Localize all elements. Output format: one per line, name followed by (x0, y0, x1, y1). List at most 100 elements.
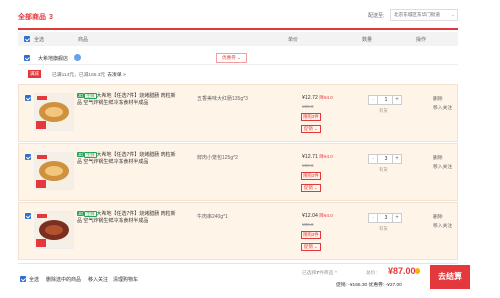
product-image[interactable] (34, 152, 74, 190)
quantity-stepper: - 3 + (368, 154, 402, 164)
jd-tag: JD (77, 152, 85, 158)
delete-link[interactable]: 删除 (433, 213, 443, 220)
item-checkbox[interactable] (25, 154, 31, 160)
cart-header: 全部商品 3 配送至: 北京东城区东华门街道 ⌄ (0, 0, 500, 28)
footer-select-all-checkbox[interactable] (20, 276, 26, 282)
quantity-stepper: - 1 + (368, 95, 402, 105)
stock-status: 有货 (379, 108, 388, 113)
limit-badge: 限购3件 (301, 113, 321, 121)
price-value: ¥12.04 (302, 213, 318, 219)
fresh-tag: 生鲜 (84, 152, 97, 159)
coupon-button[interactable]: 优惠券 ⌄ (216, 53, 247, 63)
limit-badge: 限购3件 (301, 172, 321, 180)
product-spec: 鲜肉小笼包125g*2 (197, 155, 238, 161)
decrement-button[interactable]: - (369, 214, 378, 222)
promo-dropdown-label: 促销 (304, 185, 313, 190)
promo-dropdown[interactable]: 促销 ⌄ (301, 184, 321, 192)
item-checkbox[interactable] (25, 213, 31, 219)
product-name[interactable]: JD 生鲜 大希地【任选7件】烧烤腊肠 肉粒新品 空气炸锅生鲜冷冻食材半成品 (77, 211, 177, 225)
product-spec: 五香美味大红肠135g*3 (197, 96, 248, 102)
chevron-down-icon: ⌄ (451, 12, 455, 17)
fresh-tag: 生鲜 (84, 211, 97, 218)
stock-status: 有货 (379, 167, 388, 172)
shop-row: 大希地旗舰店 优惠券 ⌄ (18, 51, 458, 65)
move-to-favorites-link[interactable]: 移入关注 (433, 222, 452, 229)
checkout-button[interactable]: 去结算 (430, 265, 470, 289)
promo-dropdown-label: 促销 (304, 126, 313, 131)
price-drop: 降¥4.0 (319, 95, 333, 100)
item-checkbox[interactable] (25, 95, 31, 101)
product-image[interactable] (34, 93, 74, 131)
all-items-label: 全部商品 (18, 14, 46, 21)
select-all-checkbox[interactable] (24, 36, 30, 42)
col-product: 商品 (78, 37, 89, 43)
stock-status: 有货 (379, 226, 388, 231)
checkout-bar: 全选 删除选中的商品 移入关注 清理购物车 已选择7件商品 ^ 总价: ¥87.… (18, 263, 470, 293)
delete-selected-link[interactable]: 删除选中的商品 (46, 276, 81, 283)
increment-button[interactable]: + (392, 96, 401, 104)
price-drop: 降¥4.0 (319, 154, 333, 159)
shop-checkbox[interactable] (24, 55, 30, 61)
move-to-favorites-link[interactable]: 移入关注 (433, 104, 452, 111)
cart-item: JD 生鲜 大希地【任选7件】烧烤腊肠 肉粒新品 空气炸锅生鲜冷冻食材半成品 鲜肉小… (18, 143, 458, 201)
footer-select-all[interactable]: 全选 (29, 276, 39, 283)
promo-text: 已满114元，已减165.3元 去凑单 > (52, 71, 126, 78)
selected-suffix: 件商品 ^ (319, 271, 338, 276)
increment-button[interactable]: + (392, 155, 401, 163)
savings-info: 促销: -¥165.30 优惠券: -¥27.00 (336, 283, 402, 288)
quantity-stepper: - 3 + (368, 213, 402, 223)
promo-row: 满减 已满114元，已减165.3元 去凑单 > (18, 68, 458, 80)
ship-to-label: 配送至: (368, 13, 385, 19)
limit-badge: 限购3件 (301, 231, 321, 239)
cart-item: JD 生鲜 大希地【任选7件】烧烤腊肠 肉粒新品 空气炸锅生鲜冷冻食材半成品 牛肉串… (18, 202, 458, 260)
promo-info: 已满114元，已减165.3元 (52, 73, 106, 78)
col-unit-price: 单价 (288, 37, 299, 43)
bulb-icon[interactable] (415, 268, 420, 274)
promo-dropdown[interactable]: 促销 ⌄ (301, 243, 321, 251)
original-price: ¥39.9 (302, 163, 314, 168)
unit-price: ¥12.72 降¥4.0 (302, 95, 333, 101)
original-price: ¥39.9 (302, 222, 314, 227)
cart-item: JD 生鲜 大希地【任选7件】烧烤腊肠 肉粒新品 空气炸锅生鲜冷冻食材半成品 五香美… (18, 84, 458, 142)
header-divider (18, 28, 458, 30)
product-name[interactable]: JD 生鲜 大希地【任选7件】烧烤腊肠 肉粒新品 空气炸锅生鲜冷冻食材半成品 (77, 93, 177, 107)
selected-count-info[interactable]: 已选择7件商品 ^ (302, 269, 337, 276)
total-price: ¥87.00 (388, 266, 416, 276)
price-value: ¥12.71 (302, 154, 318, 160)
product-name[interactable]: JD 生鲜 大希地【任选7件】烧烤腊肠 肉粒新品 空气炸锅生鲜冷冻食材半成品 (77, 152, 177, 166)
move-to-favorites-link[interactable]: 移入关注 (433, 163, 452, 170)
coupon-label: 优惠券 (222, 55, 236, 60)
product-image[interactable] (34, 211, 74, 249)
selected-prefix: 已选择 (302, 271, 317, 276)
table-header: 全选 商品 单价 数量 操作 (18, 32, 458, 46)
promo-dropdown-label: 促销 (304, 244, 313, 249)
all-items-count: 3 (49, 14, 53, 21)
footer-move-fav-link[interactable]: 移入关注 (88, 276, 108, 283)
clear-cart-link[interactable]: 清理购物车 (113, 276, 138, 283)
all-items-tab[interactable]: 全部商品 3 (18, 12, 53, 22)
ship-to-value: 北京东城区东华门街道 (394, 12, 440, 17)
price-drop: 降¥4.0 (319, 213, 333, 218)
price-value: ¥12.72 (302, 95, 318, 101)
promo-badge: 满减 (28, 70, 41, 78)
jd-tag: JD (77, 211, 85, 217)
original-price: ¥39.9 (302, 104, 314, 109)
promo-link[interactable]: 去凑单 > (107, 73, 126, 78)
promo-dropdown[interactable]: 促销 ⌄ (301, 125, 321, 133)
delete-link[interactable]: 删除 (433, 154, 443, 161)
jd-tag: JD (77, 93, 85, 99)
shop-name[interactable]: 大希地旗舰店 (38, 55, 68, 62)
increment-button[interactable]: + (392, 214, 401, 222)
delete-link[interactable]: 删除 (433, 95, 443, 102)
unit-price: ¥12.71 降¥4.0 (302, 154, 333, 160)
col-select-all[interactable]: 全选 (34, 36, 44, 43)
product-spec: 牛肉串240g*1 (197, 214, 228, 220)
col-actions: 操作 (416, 37, 427, 43)
col-quantity: 数量 (362, 37, 373, 43)
chat-icon[interactable] (74, 54, 81, 61)
decrement-button[interactable]: - (369, 96, 378, 104)
unit-price: ¥12.04 降¥4.0 (302, 213, 333, 219)
decrement-button[interactable]: - (369, 155, 378, 163)
total-label: 总价: (366, 271, 377, 276)
ship-to-select[interactable]: 北京东城区东华门街道 ⌄ (390, 9, 458, 21)
